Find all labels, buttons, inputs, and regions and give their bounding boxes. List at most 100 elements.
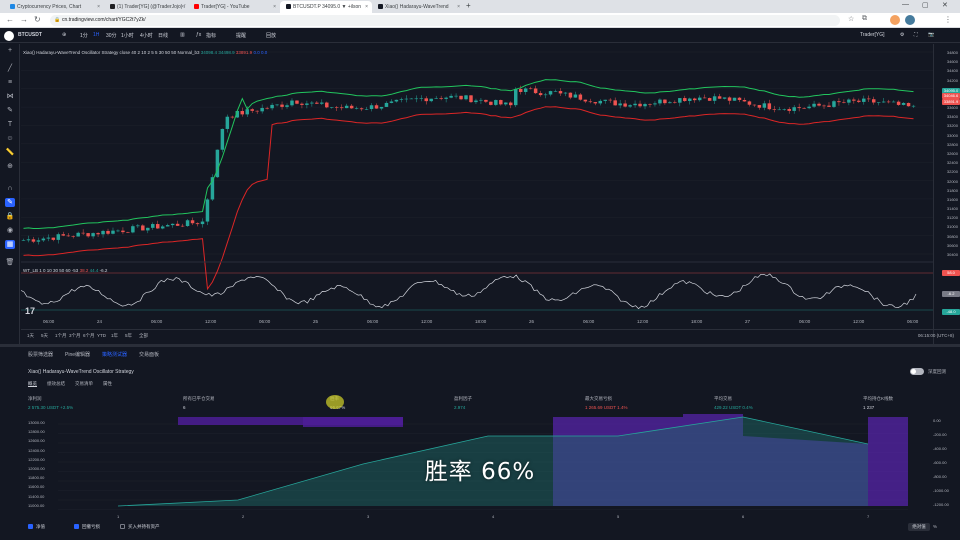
candle <box>911 104 916 108</box>
candle <box>444 96 448 103</box>
strategy-title[interactable]: Xiao() Hadarayu-WaveTrend Oscillator Str… <box>28 369 134 375</box>
avatar[interactable] <box>905 15 915 25</box>
alert-button[interactable]: 提醒 <box>236 32 246 39</box>
lock-drawings-icon[interactable]: 🔒 <box>5 212 15 221</box>
browser-tab[interactable]: Trader[YG] - YouTube × <box>188 1 280 13</box>
timezone-label[interactable]: 06:15:00 (UTC+8) <box>918 333 954 338</box>
percent-button[interactable]: % <box>933 523 937 531</box>
candle <box>857 98 861 103</box>
browser-tab[interactable]: (1) Trader[YG] (@TraderJojo) / × <box>104 1 188 13</box>
checkbox-icon[interactable] <box>28 524 33 529</box>
range-button[interactable]: 1个月 <box>55 333 67 339</box>
interval-1h-alt[interactable]: 1小时 <box>121 32 134 39</box>
back-icon[interactable]: ← <box>6 15 14 24</box>
screen: Cryptocurrency Prices, Chart × (1) Trader[… <box>0 0 960 540</box>
range-button[interactable]: 全部 <box>139 333 148 339</box>
tv-logo-icon[interactable] <box>4 31 14 41</box>
minimize-icon[interactable]: — <box>902 1 909 8</box>
zoom-icon[interactable]: ⊕ <box>5 162 15 171</box>
trash-icon[interactable]: 🗑 <box>5 258 15 267</box>
candle <box>61 231 66 237</box>
emoji-icon[interactable]: ☺ <box>5 134 15 143</box>
panel-tab[interactable]: 交易面板 <box>139 352 159 358</box>
price-tick: 34200 <box>946 77 958 83</box>
chart-type-icon[interactable]: ▥ <box>180 32 185 38</box>
price-tag: 33891.9 <box>942 98 960 105</box>
close-tab-icon[interactable]: × <box>181 1 184 13</box>
interval-30m[interactable]: 30分 <box>106 32 117 39</box>
strategy-subtab[interactable]: 交易清单 <box>75 381 93 386</box>
forward-icon[interactable]: → <box>20 15 28 24</box>
hide-drawings-icon[interactable]: ◉ <box>5 226 15 235</box>
browser-tab[interactable]: BTCUSDT.P 34095.0 ▼ +ilson × <box>280 1 372 13</box>
chart-canvas[interactable] <box>20 44 933 344</box>
compare-plus-icon[interactable]: ⊕ <box>62 32 66 38</box>
browser-tab[interactable]: Xiao() Hadarayu-WaveTrend × <box>372 1 464 13</box>
panel-tab[interactable]: Pine编辑器 <box>65 352 90 358</box>
legend-checkbox[interactable]: 买入并持有资产 <box>120 524 160 530</box>
fib-icon[interactable]: ≡ <box>5 78 15 87</box>
oscillator-legend[interactable]: WT_LB 1 0 10 30 50 60 -53 38.2 44.4 -6.2 <box>23 268 107 273</box>
browser-tab[interactable]: Cryptocurrency Prices, Chart × <box>4 1 104 13</box>
legend-checkbox[interactable]: 净值 <box>28 524 45 530</box>
new-tab-button[interactable]: + <box>466 1 471 10</box>
settings-gear-icon[interactable]: ⚙ <box>900 32 904 38</box>
strategy-legend[interactable]: Xiao() Hadarayu-WaveTrend Oscillator Str… <box>23 50 267 55</box>
symbol-search-button[interactable]: BTCUSDT <box>18 32 42 38</box>
object-tree-icon[interactable]: ▦ <box>5 240 15 249</box>
replay-button[interactable]: 回放 <box>266 32 276 39</box>
trendline-icon[interactable]: ╱ <box>5 64 15 73</box>
panel-tab[interactable]: 股票筛选器 <box>28 352 53 358</box>
range-button[interactable]: 5年 <box>125 333 132 339</box>
range-button[interactable]: 3个月 <box>69 333 81 339</box>
magnet-icon[interactable]: ∩ <box>5 184 15 193</box>
range-button[interactable]: 6个月 <box>83 333 95 339</box>
ruler-icon[interactable]: 📏 <box>5 148 15 157</box>
reload-icon[interactable]: ↻ <box>34 15 41 24</box>
checkbox-label: 净值 <box>36 524 45 529</box>
close-window-icon[interactable]: ✕ <box>942 1 948 9</box>
strategy-subtab[interactable]: 属性 <box>103 381 112 386</box>
range-button[interactable]: 1天 <box>27 333 34 339</box>
extensions-icon[interactable]: ⧉ <box>862 15 867 23</box>
avatar[interactable] <box>890 15 900 25</box>
interval-day[interactable]: 日线 <box>158 32 168 39</box>
strategy-subtab[interactable]: 概览 <box>28 381 37 387</box>
text-icon[interactable]: T <box>5 120 15 129</box>
strategy-subtab[interactable]: 绩效总结 <box>47 381 65 386</box>
menu-kebab-icon[interactable]: ⋮ <box>944 15 952 24</box>
brush-icon[interactable]: ✎ <box>5 106 15 115</box>
layout-name-button[interactable]: Trader[YG] <box>860 32 885 38</box>
pattern-icon[interactable]: ⋈ <box>5 92 15 101</box>
absolute-value-button[interactable]: 绝对值 <box>908 523 930 531</box>
interval-1m[interactable]: 1分 <box>80 32 88 39</box>
range-button[interactable]: 1年 <box>111 333 118 339</box>
fullscreen-icon[interactable]: ⛶ <box>914 32 918 38</box>
maximize-icon[interactable]: ▢ <box>922 1 929 9</box>
stay-drawing-icon[interactable]: ✎ <box>5 198 15 207</box>
checkbox-icon[interactable] <box>120 524 125 529</box>
price-chart[interactable]: Xiao() Hadarayu-WaveTrend Oscillator Str… <box>20 44 933 344</box>
time-axis[interactable]: 06:00 24 06:00 12:00 06:00 25 06:00 12:00 18:00 2… <box>21 317 933 327</box>
url-input[interactable]: 🔒 cn.tradingview.com/chart/YGC2t7yZk/ <box>50 15 840 26</box>
range-button[interactable]: 5天 <box>41 333 48 339</box>
candle <box>424 96 428 105</box>
deep-backtest-toggle[interactable] <box>910 368 924 375</box>
indicators-icon[interactable]: ƒx <box>196 32 201 38</box>
panel-tab[interactable]: 策略测试器 <box>102 352 127 358</box>
close-tab-icon[interactable]: × <box>273 1 276 13</box>
interval-4h[interactable]: 4小时 <box>140 32 153 39</box>
legend-checkbox[interactable]: 回撤亏损 <box>74 524 100 530</box>
camera-icon[interactable]: 📷 <box>928 32 934 38</box>
crosshair-icon[interactable]: + <box>5 46 15 55</box>
bookmark-star-icon[interactable]: ☆ <box>848 15 854 23</box>
close-tab-icon[interactable]: × <box>457 1 460 13</box>
price-scale[interactable]: 3480034600344003420034000338003360033400… <box>933 44 960 344</box>
indicators-button[interactable]: 指标 <box>206 32 216 39</box>
close-tab-icon[interactable]: × <box>97 1 100 13</box>
checkbox-icon[interactable] <box>74 524 79 529</box>
close-tab-icon[interactable]: × <box>365 1 368 13</box>
time-tick: 06:00 <box>43 319 55 324</box>
interval-1h[interactable]: 1H <box>93 32 99 38</box>
range-button[interactable]: YTD <box>97 333 106 338</box>
